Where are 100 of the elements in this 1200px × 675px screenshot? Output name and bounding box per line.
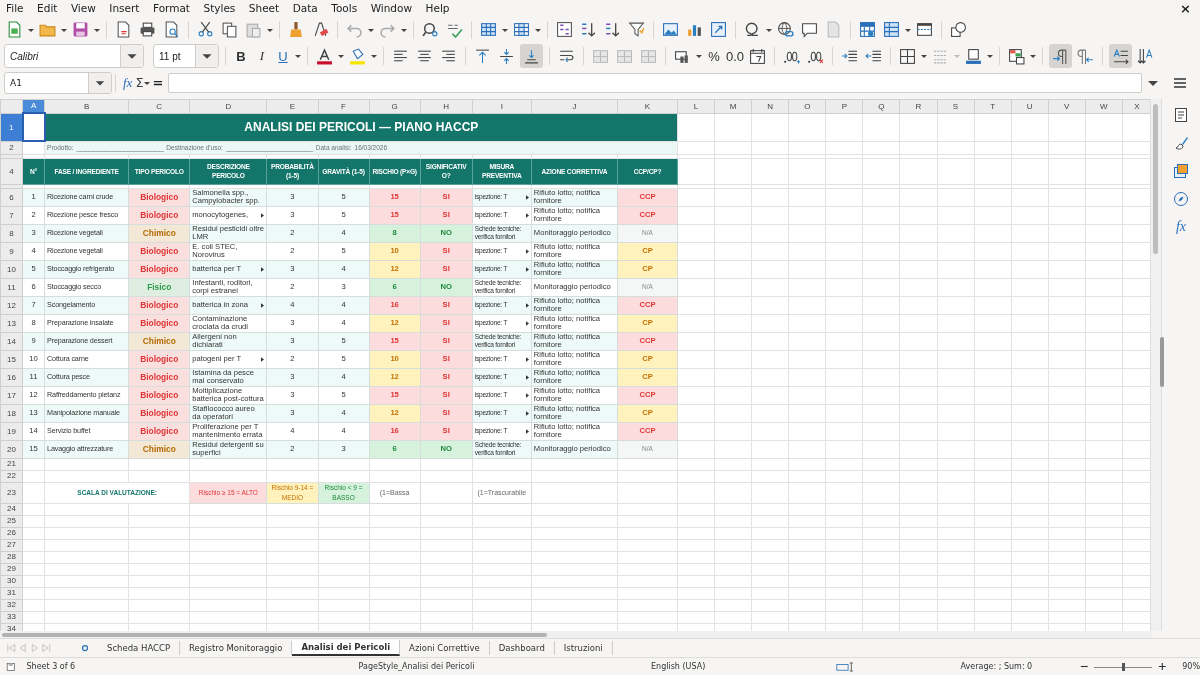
- styles-icon[interactable]: [1173, 134, 1190, 151]
- column-header[interactable]: F: [318, 99, 370, 114]
- column-header[interactable]: B: [44, 99, 129, 114]
- menu-item[interactable]: Help: [425, 2, 450, 15]
- sheet-tab[interactable]: Istruzioni: [554, 641, 613, 656]
- menu-item[interactable]: Edit: [37, 2, 58, 15]
- sum-button[interactable]: Σ: [135, 75, 144, 91]
- zoom-in-icon[interactable]: [1157, 662, 1167, 672]
- add-sheet-icon[interactable]: [80, 643, 90, 654]
- column-header[interactable]: I: [472, 99, 532, 114]
- close-button[interactable]: ×: [1180, 0, 1191, 16]
- column-header[interactable]: D: [189, 99, 267, 114]
- zoom-slider-thumb[interactable]: [1122, 662, 1125, 671]
- split-window-icon[interactable]: [916, 21, 933, 39]
- column-header[interactable]: J: [531, 99, 618, 114]
- number-format-button[interactable]: 0.0: [726, 48, 744, 64]
- menu-item[interactable]: Window: [370, 2, 413, 15]
- function-wizard-button[interactable]: fx: [123, 74, 133, 91]
- column-header[interactable]: L: [677, 99, 715, 114]
- formula-button[interactable]: =: [152, 75, 164, 91]
- column-header[interactable]: A: [22, 99, 45, 114]
- freeze-columns-icon[interactable]: [883, 21, 900, 39]
- bold-button[interactable]: B: [232, 48, 250, 64]
- column-header[interactable]: C: [128, 99, 190, 114]
- dropdown-button[interactable]: [120, 45, 143, 68]
- column-header[interactable]: P: [825, 99, 863, 114]
- print-preview-icon[interactable]: [163, 21, 180, 39]
- formula-input[interactable]: [167, 72, 1142, 93]
- find-replace-icon[interactable]: [422, 21, 439, 39]
- column-header[interactable]: R: [899, 99, 937, 114]
- gallery-icon[interactable]: [1173, 162, 1190, 179]
- column-header[interactable]: X: [1122, 99, 1151, 114]
- menu-item[interactable]: Tools: [331, 2, 358, 15]
- column-header[interactable]: V: [1048, 99, 1086, 114]
- align-middle-icon[interactable]: [498, 47, 515, 65]
- zoom-slider[interactable]: [1094, 661, 1152, 672]
- italic-button[interactable]: I: [253, 48, 271, 65]
- column-grid-icon[interactable]: [513, 21, 530, 39]
- row-header[interactable]: 4: [0, 158, 23, 185]
- scissors-icon[interactable]: [197, 21, 214, 39]
- conditional-format-icon[interactable]: [1008, 47, 1025, 65]
- copy-icon[interactable]: [221, 21, 238, 39]
- printer-icon[interactable]: [139, 21, 156, 39]
- freeze-rows-icon[interactable]: [859, 21, 876, 39]
- column-header[interactable]: T: [974, 99, 1012, 114]
- sidebar-handle[interactable]: [1160, 336, 1165, 387]
- image-icon[interactable]: [662, 21, 679, 39]
- paintbrush-icon[interactable]: [288, 21, 305, 39]
- save-icon[interactable]: [72, 21, 89, 39]
- sheet-tab[interactable]: Azioni Correttive: [400, 641, 490, 656]
- font-color-icon[interactable]: [316, 47, 333, 65]
- column-header[interactable]: O: [788, 99, 826, 114]
- menu-item[interactable]: Sheet: [248, 2, 280, 15]
- align-top-icon[interactable]: [474, 47, 491, 65]
- filter-icon[interactable]: [628, 21, 645, 39]
- functions-button[interactable]: fx: [1175, 218, 1187, 235]
- sort-icon[interactable]: [556, 21, 573, 39]
- font-size-field[interactable]: 11 pt: [153, 44, 219, 69]
- underline-button[interactable]: U: [274, 48, 292, 64]
- percent-button[interactable]: %: [705, 48, 723, 64]
- menu-item[interactable]: Data: [292, 2, 318, 15]
- column-header[interactable]: H: [420, 99, 473, 114]
- scrollbar-thumb[interactable]: [1153, 103, 1159, 254]
- column-header[interactable]: U: [1011, 99, 1049, 114]
- border-color-icon[interactable]: [965, 47, 982, 65]
- column-header[interactable]: E: [266, 99, 318, 114]
- column-header[interactable]: M: [714, 99, 752, 114]
- merge-cells-icon[interactable]: [616, 47, 633, 65]
- clear-format-icon[interactable]: [312, 21, 329, 39]
- menu-item[interactable]: Insert: [109, 2, 140, 15]
- scrollbar-thumb[interactable]: [2, 632, 547, 637]
- text-direction-button[interactable]: [1109, 44, 1132, 69]
- column-header[interactable]: G: [369, 99, 421, 114]
- shapes-icon[interactable]: [950, 21, 967, 39]
- menu-item[interactable]: Styles: [203, 2, 236, 15]
- row-header[interactable]: 1: [0, 113, 23, 142]
- sort-descending-icon[interactable]: [604, 21, 621, 39]
- sheet-tab[interactable]: Analisi dei Pericoli: [292, 640, 401, 657]
- column-header[interactable]: K: [617, 99, 678, 114]
- name-box[interactable]: A1: [4, 71, 112, 94]
- align-bottom-button[interactable]: [520, 44, 543, 69]
- menu-item[interactable]: Format: [152, 2, 190, 15]
- left-to-right-button[interactable]: [1049, 44, 1072, 69]
- column-header[interactable]: Q: [862, 99, 900, 114]
- document-status-icon[interactable]: [6, 661, 16, 672]
- properties-icon[interactable]: [1173, 106, 1190, 123]
- pdf-export-icon[interactable]: [115, 21, 132, 39]
- omega-icon[interactable]: [744, 21, 761, 39]
- hyperlink-icon[interactable]: [777, 21, 794, 39]
- dropdown-button[interactable]: [88, 72, 111, 93]
- new-spreadsheet-icon[interactable]: [6, 21, 23, 39]
- merge-cells-icon[interactable]: [640, 47, 657, 65]
- column-header[interactable]: S: [937, 99, 975, 114]
- pivot-table-icon[interactable]: [710, 21, 727, 39]
- row-grid-icon[interactable]: [480, 21, 497, 39]
- font-name-field[interactable]: Calibri: [4, 44, 144, 69]
- menu-item[interactable]: View: [70, 2, 96, 15]
- row-header[interactable]: 23: [0, 482, 23, 504]
- borders-icon[interactable]: [899, 47, 916, 65]
- column-header[interactable]: N: [751, 99, 789, 114]
